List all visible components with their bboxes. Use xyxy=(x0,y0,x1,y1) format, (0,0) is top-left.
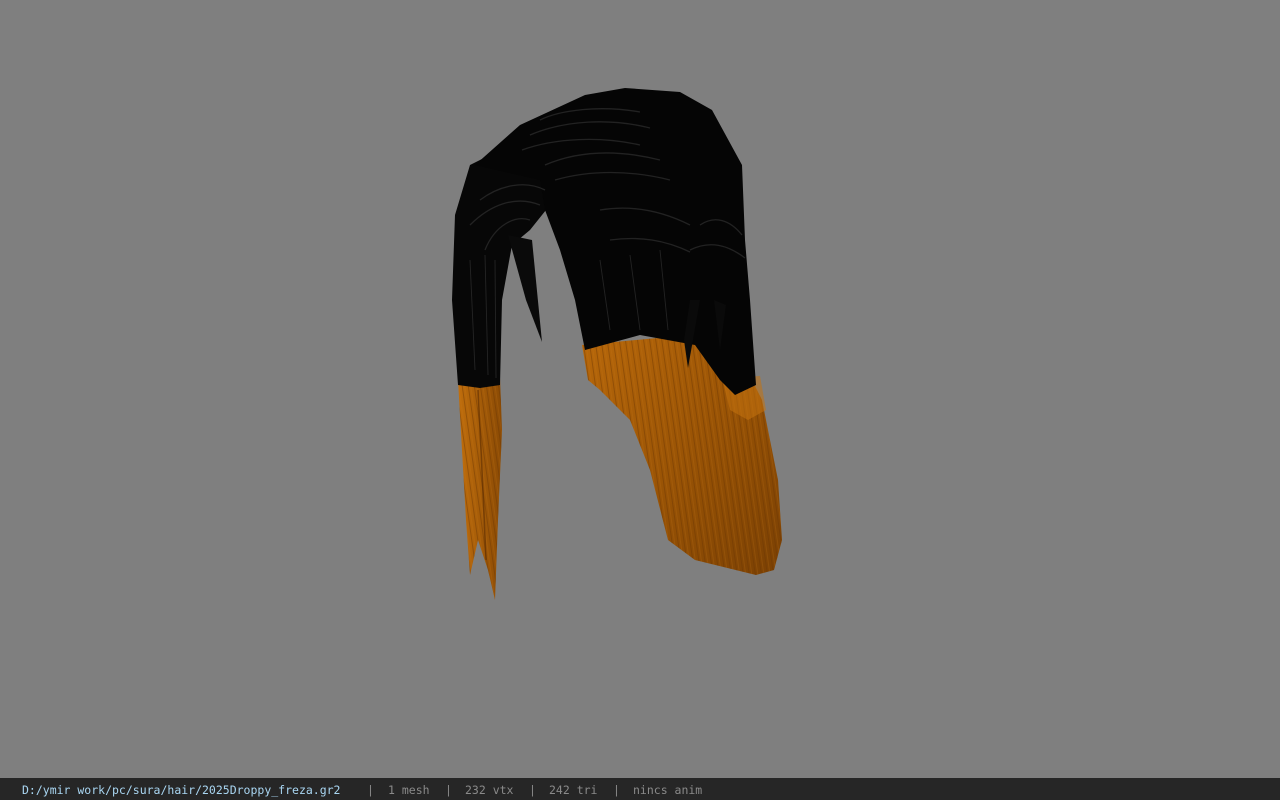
status-separator: | xyxy=(613,783,620,797)
triangle-count-label: 242 tri xyxy=(549,783,598,797)
left-strand-tip xyxy=(458,378,502,600)
model-viewer-window: D:/ymir work/pc/sura/hair/2025Droppy_fre… xyxy=(0,0,1280,800)
status-separator: | xyxy=(367,783,374,797)
hair-model-render xyxy=(452,88,782,600)
animation-status-label: nincs anim xyxy=(633,783,703,797)
status-separator: | xyxy=(445,783,452,797)
status-separator: | xyxy=(529,783,536,797)
mesh-count-label: 1 mesh xyxy=(388,783,430,797)
status-bar: D:/ymir work/pc/sura/hair/2025Droppy_fre… xyxy=(0,778,1280,800)
3d-viewport[interactable] xyxy=(0,0,1280,778)
file-path-label: D:/ymir work/pc/sura/hair/2025Droppy_fre… xyxy=(22,783,341,797)
vertex-count-label: 232 vtx xyxy=(465,783,514,797)
